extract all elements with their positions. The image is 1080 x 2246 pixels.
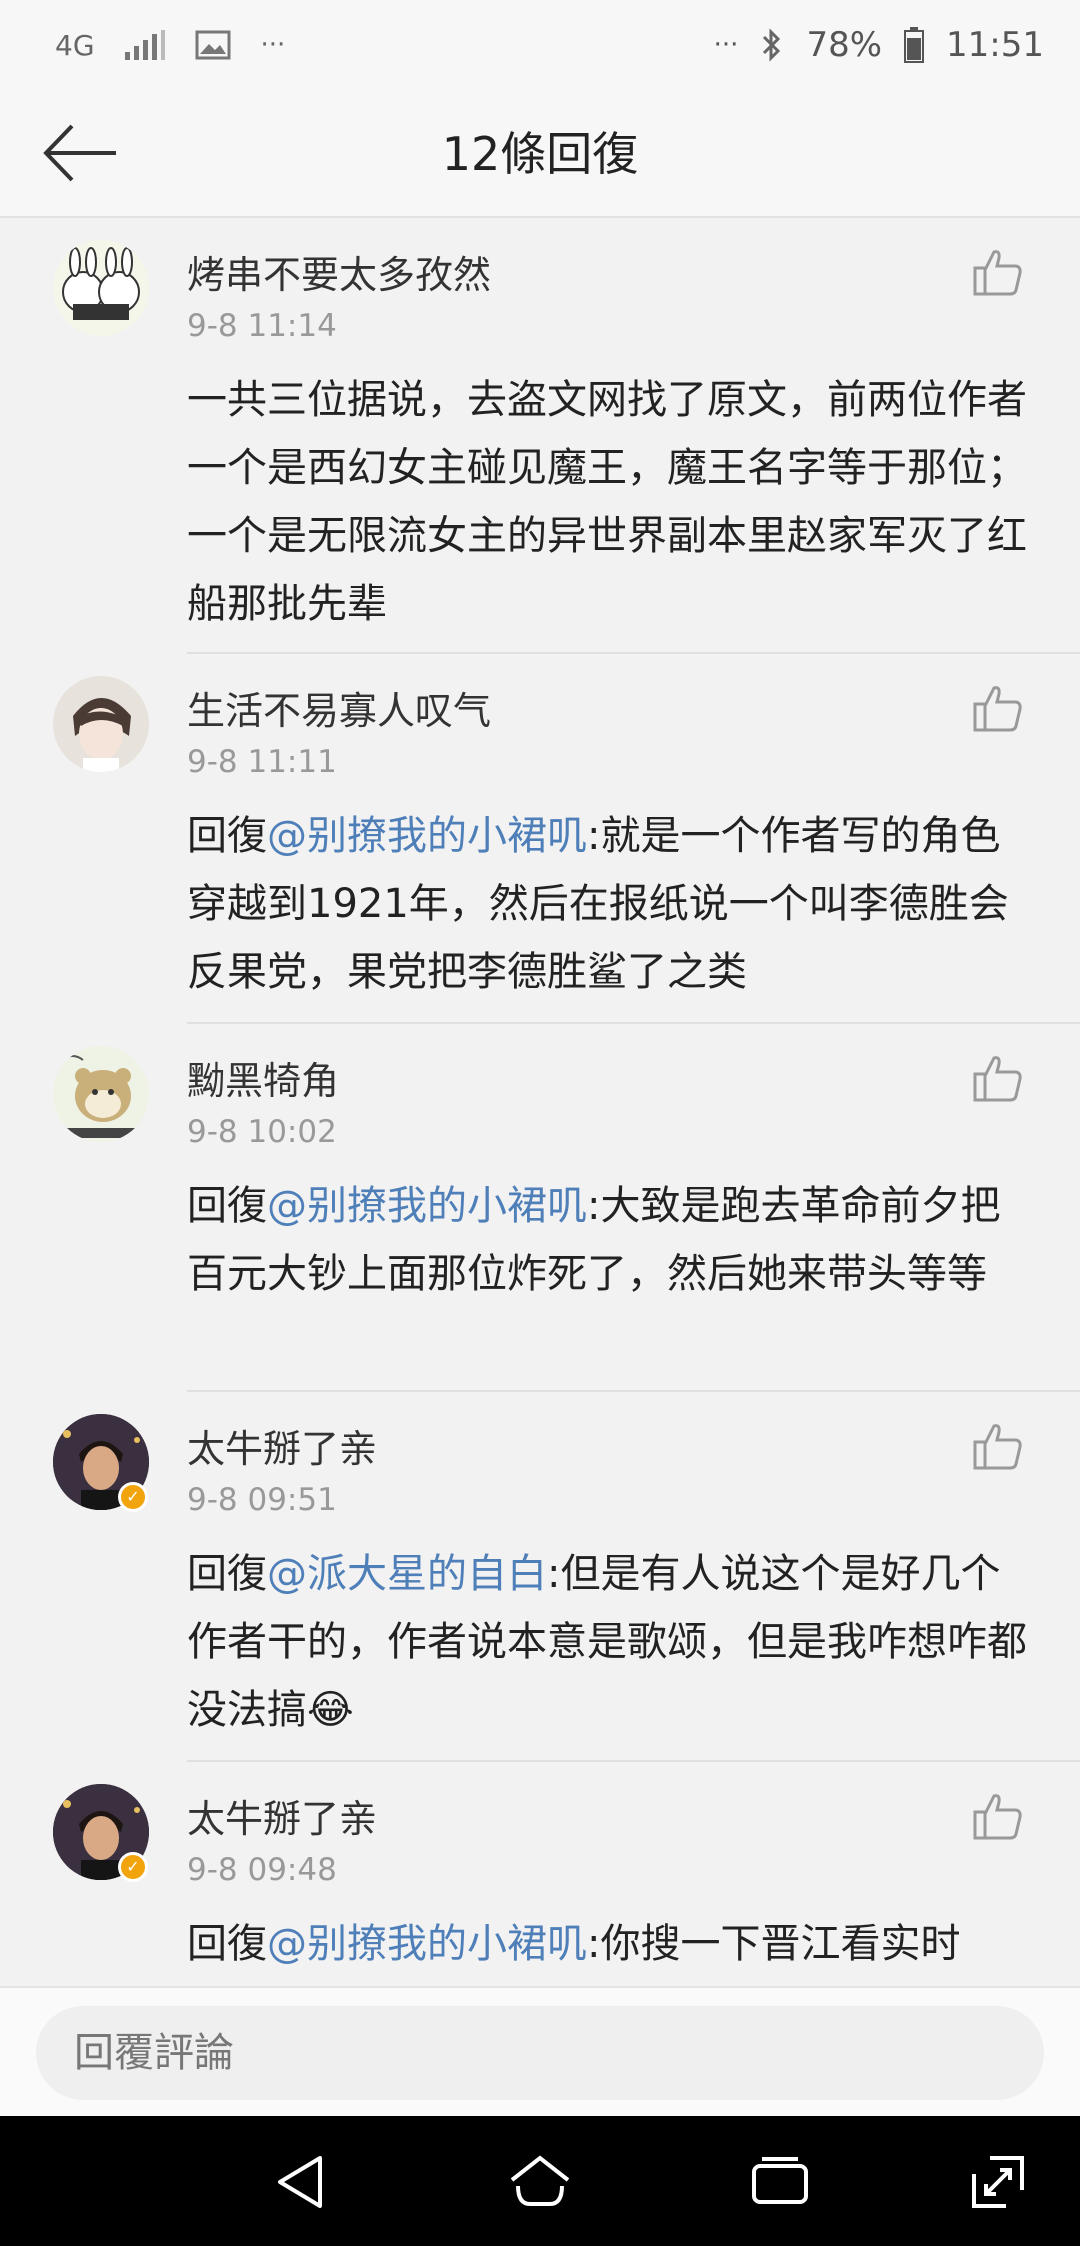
rotate-screen-icon[interactable] [966,2150,1030,2214]
mention-link[interactable]: @别撩我的小裙叽 [267,813,587,859]
back-nav-icon[interactable] [270,2150,334,2214]
comment-author[interactable]: 太牛掰了亲 [187,1788,377,1843]
recents-nav-icon[interactable] [748,2150,812,2214]
comment-time: 9-8 11:11 [187,744,337,780]
comment-text: 回復@别撩我的小裙叽:你搜一下晋江看实时 [187,1910,1032,1978]
bluetooth-icon [760,27,784,63]
comment-item: 烤串不要太多孜然 9-8 11:14 一共三位据说，去盗文网找了原文，前两位作者… [0,218,1080,654]
avatar[interactable] [53,676,149,772]
comment-time: 9-8 10:02 [187,1114,337,1150]
verified-badge-icon: ✓ [118,1852,148,1882]
comment-text: 回復@别撩我的小裙叽:就是一个作者写的角色穿越到1921年，然后在报纸说一个叫李… [187,802,1032,1006]
signal-icon [124,30,165,60]
thumbs-up-icon[interactable] [972,246,1024,298]
reply-prefix: 回復 [187,1183,267,1229]
thumbs-up-icon[interactable] [972,1420,1024,1472]
mention-link[interactable]: @别撩我的小裙叽 [267,1921,587,1967]
network-type: 4G [55,28,95,62]
thumbs-up-icon[interactable] [972,682,1024,734]
comment-time: 9-8 09:48 [187,1852,337,1888]
reply-comment-input[interactable] [36,2006,1044,2100]
image-notification-icon [195,30,231,60]
comment-item: 生活不易寡人叹气 9-8 11:11 回復@别撩我的小裙叽:就是一个作者写的角色… [0,654,1080,1024]
thumbs-up-icon[interactable] [972,1790,1024,1842]
mention-link[interactable]: @别撩我的小裙叽 [267,1183,587,1229]
comment-item: 黝黑犄角 9-8 10:02 回復@别撩我的小裙叽:大致是跑去革命前夕把百元大钞… [0,1024,1080,1392]
comment-author[interactable]: 太牛掰了亲 [187,1418,377,1473]
more-status-icon: ··· [713,30,739,60]
comment-text: 回復@派大星的自白:但是有人说这个是好几个作者干的，作者说本意是歌颂，但是我咋想… [187,1540,1032,1744]
comment-time: 9-8 09:51 [187,1482,337,1518]
avatar[interactable] [53,1046,149,1142]
comment-text: 回復@别撩我的小裙叽:大致是跑去革命前夕把百元大钞上面那位炸死了，然后她来带头等… [187,1172,1032,1308]
reply-prefix: 回復 [187,1921,267,1967]
comment-time: 9-8 11:14 [187,308,337,344]
system-nav-bar [0,2116,1080,2246]
reply-prefix: 回復 [187,1551,267,1597]
comment-item: ✓ 太牛掰了亲 9-8 09:48 回復@别撩我的小裙叽:你搜一下晋江看实时 [0,1762,1080,1986]
comment-text: 一共三位据说，去盗文网找了原文，前两位作者一个是西幻女主碰见魔王，魔王名字等于那… [187,366,1032,638]
comment-item: ✓ 太牛掰了亲 9-8 09:51 回復@派大星的自白:但是有人说这个是好几个作… [0,1392,1080,1762]
battery-icon [904,27,925,63]
header: 12條回復 [0,90,1080,218]
laughing-crying-emoji: 😂 [307,1687,354,1733]
page-title: 12條回復 [441,127,639,181]
status-bar: 4G ··· ··· 78% 11:51 [0,0,1080,90]
clock: 11:51 [946,25,1044,65]
mention-link[interactable]: @派大星的自白 [267,1551,547,1597]
comment-author[interactable]: 烤串不要太多孜然 [187,244,491,299]
comment-author[interactable]: 黝黑犄角 [187,1050,339,1105]
home-nav-icon[interactable] [508,2150,572,2214]
more-notifications-icon: ··· [260,30,286,60]
reply-prefix: 回復 [187,813,267,859]
thumbs-up-icon[interactable] [972,1052,1024,1104]
battery-percent: 78% [806,25,883,65]
comment-author[interactable]: 生活不易寡人叹气 [187,680,491,735]
comment-body: 一共三位据说，去盗文网找了原文，前两位作者一个是西幻女主碰见魔王，魔王名字等于那… [187,377,1027,627]
verified-badge-icon: ✓ [118,1482,148,1512]
comment-list[interactable]: 烤串不要太多孜然 9-8 11:14 一共三位据说，去盗文网找了原文，前两位作者… [0,218,1080,1986]
reply-bar [0,1986,1080,2118]
comment-body: :你搜一下晋江看实时 [587,1921,961,1967]
avatar[interactable] [53,240,149,336]
